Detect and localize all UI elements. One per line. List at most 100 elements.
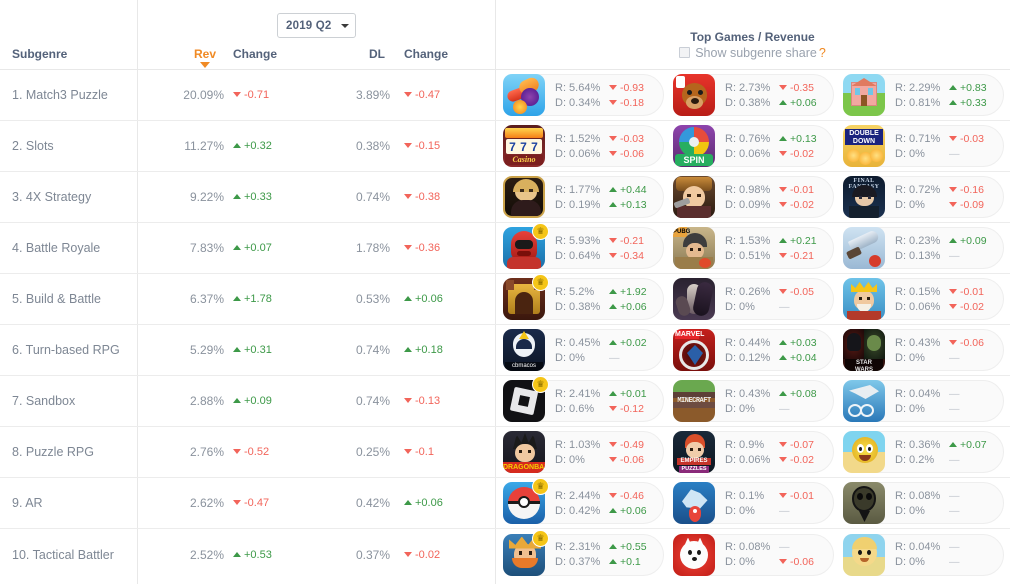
arrow-down-icon (233, 500, 241, 505)
game-card[interactable]: PUBG R: 1.53% +0.21 D: 0.51% -0.21 (673, 227, 834, 269)
revenue-change: +0.32 (233, 140, 293, 152)
subgenre-name[interactable]: 3. 4X Strategy (12, 190, 91, 204)
subgenre-name[interactable]: 6. Turn-based RPG (12, 343, 120, 357)
game-card[interactable]: ♛ R: 2.41% +0.01 D: 0.6% -0.12 (503, 376, 664, 422)
game-card[interactable]: R: 0.1% -0.01 D: 0% — (673, 482, 834, 524)
game-card[interactable]: R: 1.77% +0.44 D: 0.19% +0.13 (503, 176, 664, 218)
game-revenue-line: R: 0.71% -0.03 (895, 133, 1003, 145)
table-row[interactable]: 1. Match3 Puzzle 20.09% -0.71 3.89% -0.47 R: … (0, 70, 1010, 121)
subgenre-name[interactable]: 10. Tactical Battler (12, 548, 114, 562)
crown-badge-icon: ♛ (532, 529, 549, 547)
downloads-share-value: 0.74% (355, 190, 390, 204)
game-card[interactable]: R: 0.15% -0.01 D: 0.06% -0.02 (843, 278, 1004, 320)
game-downloads-line: D: 0% — (895, 148, 1003, 160)
game-card[interactable]: ♛ R: 5.2% +1.92 D: 0.38% +0.06 (503, 274, 664, 320)
game-card[interactable]: R: 0.23% +0.09 D: 0.13% — (843, 227, 1004, 269)
game-downloads-value: D: 0% (895, 351, 925, 364)
game-revenue-value: R: 1.53% (725, 234, 771, 247)
game-card[interactable]: cbmacos R: 0.45% +0.02 D: 0% — (503, 329, 664, 371)
period-select[interactable]: 2019 Q2 (277, 13, 356, 38)
column-header-rev[interactable]: Rev (194, 47, 216, 68)
show-subgenre-share-control[interactable]: Show subgenre share? (495, 46, 1010, 60)
game-revenue-value: R: 0.9% (725, 438, 765, 451)
arrow-up-icon (779, 390, 787, 396)
column-header-rev-change[interactable]: Change (233, 47, 277, 61)
game-downloads-value: D: 0.37% (555, 556, 601, 568)
game-downloads-delta: +0.33 (949, 97, 987, 109)
game-card[interactable]: MINECRAFT R: 0.43% +0.08 D: 0% — (673, 380, 834, 422)
table-body: 1. Match3 Puzzle 20.09% -0.71 3.89% -0.47 R: … (0, 70, 1010, 580)
game-card[interactable]: R: 2.73% -0.35 D: 0.38% +0.06 (673, 74, 834, 116)
column-header-subgenre[interactable]: Subgenre (12, 47, 67, 61)
game-card[interactable]: FINAL FANTASY XV R: 0.72% -0.16 D: 0% -0.09 (843, 176, 1004, 218)
game-card[interactable]: R: 0.04% — D: 0% — (843, 533, 1004, 576)
subgenre-name[interactable]: 8. Puzzle RPG (12, 445, 94, 459)
game-card[interactable]: R: 0.04% — D: 0% — (843, 380, 1004, 422)
game-card[interactable]: DRAGONBALL R: 1.03% -0.49 D: 0% -0.06 (503, 431, 664, 473)
game-downloads-line: D: 0.38% +0.06 (555, 301, 663, 313)
game-card[interactable]: R: 0.98% -0.01 D: 0.09% -0.02 (673, 176, 834, 218)
game-card[interactable]: SPIN R: 0.76% +0.13 D: 0.06% -0.02 (673, 125, 834, 167)
game-card[interactable]: R: 2.29% +0.83 D: 0.81% +0.33 (843, 74, 1004, 116)
column-header-dl-change[interactable]: Change (404, 47, 448, 61)
game-card[interactable]: R: 0.08% — D: 0% -0.06 (673, 533, 834, 576)
table-row[interactable]: 3. 4X Strategy 9.22% +0.33 0.74% -0.38 R: 1.7… (0, 172, 1010, 223)
game-card[interactable]: R: 0.36% +0.07 D: 0.2% — (843, 431, 1004, 473)
game-card[interactable]: EMPIRES PUZZLES R: 0.9% -0.07 D: 0.06% -0.02 (673, 431, 834, 473)
game-downloads-value: D: 0.19% (555, 198, 601, 211)
game-revenue-delta: +0.03 (779, 337, 817, 349)
game-downloads-delta: -0.12 (609, 403, 644, 415)
subgenre-name[interactable]: 5. Build & Battle (12, 292, 101, 306)
game-card[interactable]: MARVEL R: 0.44% +0.03 D: 0.12% +0.04 (673, 329, 834, 371)
game-downloads-value: D: 0.51% (725, 249, 771, 262)
table-row[interactable]: 9. AR 2.62% -0.47 0.42% +0.06 ♛ R: 2.44% -0.46 D… (0, 478, 1010, 529)
game-card[interactable]: R: 5.64% -0.93 D: 0.34% -0.18 (503, 74, 664, 116)
table-row[interactable]: 4. Battle Royale 7.83% +0.07 1.78% -0.36 ♛ R: … (0, 223, 1010, 274)
game-downloads-line: D: 0.2% — (895, 454, 1003, 466)
subgenre-name[interactable]: 4. Battle Royale (12, 241, 100, 255)
top-games-list: R: 5.64% -0.93 D: 0.34% -0.18 R: 2.73% -0.35 D… (503, 74, 1004, 116)
game-card[interactable]: ♛ R: 2.31% +0.55 D: 0.37% +0.1 (503, 529, 664, 576)
subgenre-name[interactable]: 9. AR (12, 496, 43, 510)
game-card[interactable]: ♛ R: 2.44% -0.46 D: 0.42% +0.06 (503, 478, 664, 524)
game-downloads-delta: +0.06 (609, 505, 647, 517)
game-downloads-delta: +0.1 (609, 556, 641, 568)
game-downloads-delta: — (779, 300, 789, 313)
game-revenue-value: R: 0.76% (725, 132, 771, 145)
table-row[interactable]: 7. Sandbox 2.88% +0.09 0.74% -0.13 ♛ R: 2.41% +… (0, 376, 1010, 427)
game-downloads-line: D: 0% — (895, 556, 1003, 568)
game-card[interactable]: R: 0.08% — D: 0% — (843, 482, 1004, 524)
arrow-down-icon (609, 150, 617, 156)
table-row[interactable]: 6. Turn-based RPG 5.29% +0.31 0.74% +0.18 cbm… (0, 325, 1010, 376)
game-downloads-line: D: 0.37% +0.1 (555, 556, 663, 568)
downloads-change: -0.47 (404, 89, 464, 101)
game-revenue-delta: -0.49 (609, 439, 644, 451)
show-subgenre-share-checkbox[interactable] (679, 47, 691, 58)
help-icon[interactable]: ? (819, 46, 826, 60)
table-row[interactable]: 10. Tactical Battler 2.52% +0.53 0.37% -0.02… (0, 529, 1010, 580)
game-card[interactable]: R: 0.26% -0.05 D: 0% — (673, 278, 834, 320)
table-header: 2019 Q2 Subgenre Rev Change DL Change To… (0, 0, 1010, 70)
game-revenue-value: R: 5.2% (555, 285, 595, 298)
arrow-up-icon (233, 551, 241, 557)
subgenre-name[interactable]: 1. Match3 Puzzle (12, 88, 108, 102)
show-subgenre-share-label: Show subgenre share (695, 46, 817, 60)
game-revenue-value: R: 1.52% (555, 132, 601, 145)
game-card[interactable]: STAR WARS R: 0.43% -0.06 D: 0% — (843, 329, 1004, 371)
game-metrics: R: 0.72% -0.16 D: 0% -0.09 (885, 184, 1003, 211)
table-row[interactable]: 8. Puzzle RPG 2.76% -0.52 0.25% -0.1 DRAGONBA… (0, 427, 1010, 478)
game-icon (503, 74, 545, 116)
game-card[interactable]: 7 7 7 Casino R: 1.52% -0.03 D: 0.06% -0.06 (503, 125, 664, 167)
game-downloads-delta: — (949, 556, 959, 568)
game-card[interactable]: DOUBLE DOWN R: 0.71% -0.03 D: 0% — (843, 125, 1004, 167)
table-row[interactable]: 2. Slots 11.27% +0.32 0.38% -0.15 7 7 7 Casino R:… (0, 121, 1010, 172)
arrow-up-icon (949, 99, 957, 105)
subgenre-name[interactable]: 2. Slots (12, 139, 54, 153)
revenue-change: -0.47 (233, 497, 293, 509)
column-header-dl[interactable]: DL (369, 47, 385, 61)
arrow-up-icon (233, 347, 241, 352)
game-card[interactable]: ♛ R: 5.93% -0.21 D: 0.64% -0.34 (503, 223, 664, 269)
subgenre-name[interactable]: 7. Sandbox (12, 394, 75, 408)
table-row[interactable]: 5. Build & Battle 6.37% +1.78 0.53% +0.06 ♛ R:… (0, 274, 1010, 325)
game-downloads-value: D: 0% (555, 453, 585, 466)
